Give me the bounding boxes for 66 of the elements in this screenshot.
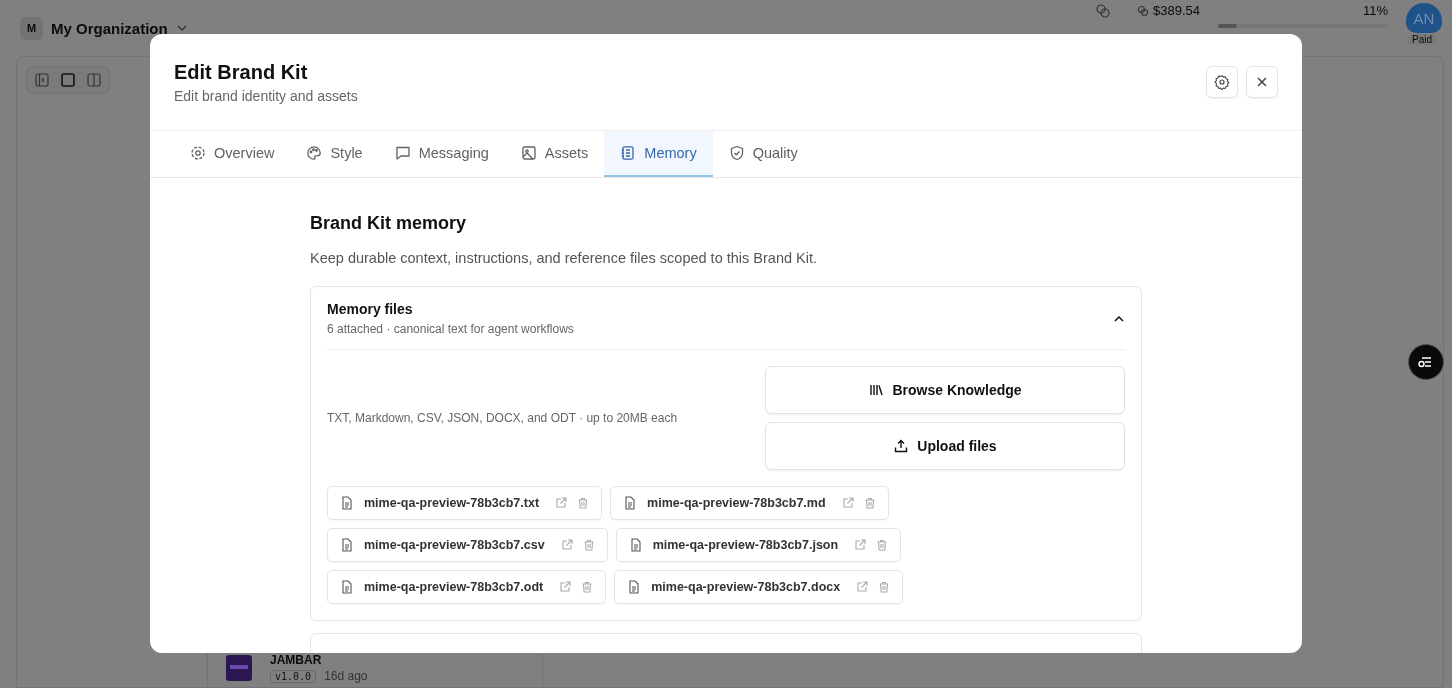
trash-icon[interactable]: [581, 581, 594, 593]
usage-percent: 11%: [1362, 3, 1388, 18]
external-link-icon[interactable]: [841, 497, 854, 509]
chat-bubble-icon: [394, 145, 411, 161]
document-icon: [340, 538, 354, 552]
task-list-button[interactable]: [1408, 344, 1444, 380]
kit-thumbnail-icon[interactable]: [226, 655, 252, 681]
split-pane-icon[interactable]: [87, 73, 101, 87]
organization-avatar[interactable]: M: [20, 16, 43, 40]
file-types-hint: TXT, Markdown, CSV, JSON, DOCX, and ODT · up to 20MB each: [327, 411, 678, 425]
organization-name[interactable]: My Organization: [51, 19, 168, 37]
file-name: mime-qa-preview-78b3cb7.txt: [364, 496, 540, 510]
upload-icon: [893, 438, 910, 454]
palette-icon: [306, 145, 323, 161]
trash-icon[interactable]: [863, 497, 876, 509]
trash-icon[interactable]: [582, 539, 595, 551]
trash-icon[interactable]: [878, 581, 891, 593]
single-pane-icon[interactable]: [61, 73, 75, 87]
document-icon: [340, 496, 354, 510]
external-link-icon[interactable]: [560, 539, 573, 551]
kit-name[interactable]: JAMBAR: [270, 653, 368, 667]
tab[interactable]: Style: [290, 131, 379, 177]
close-button[interactable]: [1246, 66, 1278, 98]
gear-icon: [190, 145, 206, 161]
dialog-subtitle: Edit brand identity and assets: [174, 88, 358, 104]
card-summary: 6 attached · canonical text for agent workflows: [327, 322, 574, 336]
settings-button[interactable]: [1206, 66, 1238, 98]
notebook-icon: [620, 145, 637, 161]
file-name: mime-qa-preview-78b3cb7.csv: [364, 538, 545, 552]
image-icon: [520, 145, 537, 161]
file-name: mime-qa-preview-78b3cb7.json: [652, 538, 839, 552]
file-name: mime-qa-preview-78b3cb7.md: [647, 496, 826, 510]
file-name: mime-qa-preview-78b3cb7.odt: [364, 580, 544, 594]
section-title: Brand Kit memory: [310, 213, 468, 234]
section-description: Keep durable context, instructions, and reference files scoped to this Brand Kit.: [310, 250, 818, 266]
version-tag: v1.0.0: [270, 669, 317, 683]
collapse-sidebar-icon[interactable]: [35, 73, 49, 87]
trash-icon[interactable]: [876, 539, 889, 551]
tab[interactable]: Quality: [712, 131, 814, 177]
tab[interactable]: Messaging: [378, 131, 505, 177]
coins-icon[interactable]: [1095, 3, 1111, 19]
external-link-icon[interactable]: [555, 497, 568, 509]
external-link-icon[interactable]: [856, 581, 869, 593]
document-icon: [340, 580, 354, 594]
shield-icon: [728, 145, 745, 161]
action-button[interactable]: Upload files: [765, 422, 1125, 470]
external-link-icon[interactable]: [854, 539, 867, 551]
external-link-icon[interactable]: [559, 581, 572, 593]
balance-amount: $389.54: [1153, 3, 1200, 18]
tab[interactable]: Assets: [504, 131, 605, 177]
action-button[interactable]: Browse Knowledge: [765, 366, 1125, 414]
document-icon: [628, 538, 643, 552]
library-icon: [868, 382, 885, 398]
trash-icon[interactable]: [577, 497, 590, 509]
tab[interactable]: Overview: [174, 131, 291, 177]
document-icon: [627, 580, 642, 594]
tab[interactable]: Memory: [604, 131, 713, 177]
document-icon: [623, 496, 638, 510]
close-icon: [1255, 75, 1269, 89]
settings-icon: [1214, 74, 1230, 90]
dialog-title: Edit Brand Kit: [174, 61, 309, 84]
updated-time: 16d ago: [324, 669, 368, 683]
card-title: Memory files: [327, 301, 414, 317]
coins-icon: [1137, 4, 1149, 17]
file-name: mime-qa-preview-78b3cb7.docx: [651, 580, 841, 594]
plan-badge: Paid: [1407, 34, 1437, 45]
